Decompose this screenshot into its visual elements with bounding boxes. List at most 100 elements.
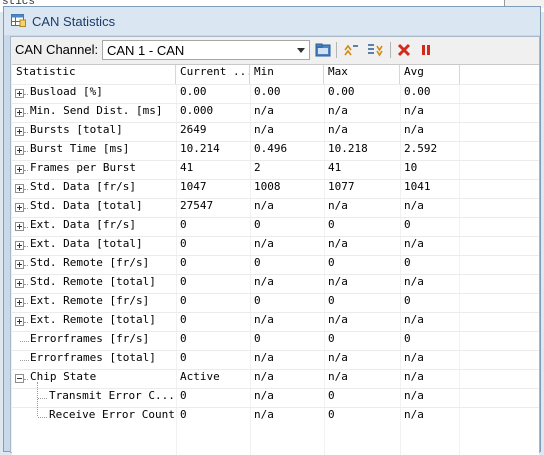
table-row[interactable]: Errorframes [total] 0 n/a n/a n/a: [12, 350, 539, 369]
current-value: 0: [180, 389, 187, 402]
column-header-max[interactable]: Max: [324, 65, 400, 84]
table-row[interactable]: Frames per Burst 41 2 41 10: [12, 160, 539, 179]
avg-value: 0: [404, 294, 411, 307]
table-row[interactable]: Bursts [total] 2649 n/a n/a n/a: [12, 122, 539, 141]
table-chart-icon: [11, 14, 26, 27]
max-value: n/a: [328, 370, 348, 383]
tree-line: [24, 94, 28, 95]
table-row[interactable]: Receive Error Count 0 n/a 0 n/a: [12, 407, 539, 426]
table-row[interactable]: Min. Send Dist. [ms] 0.000 n/a n/a n/a: [12, 103, 539, 122]
expand-icon[interactable]: [15, 203, 24, 212]
table-row[interactable]: Ext. Remote [total] 0 n/a n/a n/a: [12, 312, 539, 331]
statistic-name: Ext. Remote [total]: [30, 313, 156, 326]
expand-icon[interactable]: [15, 89, 24, 98]
sort-ascending-icon[interactable]: [342, 41, 360, 59]
table-row[interactable]: Std. Data [fr/s] 1047 1008 1077 1041: [12, 179, 539, 198]
avg-value: n/a: [404, 123, 424, 136]
statistic-name: Burst Time [ms]: [30, 142, 130, 155]
min-value: n/a: [254, 237, 274, 250]
collapse-icon[interactable]: [15, 374, 24, 383]
tree-line: [24, 303, 28, 304]
expand-icon[interactable]: [15, 165, 24, 174]
column-header-min[interactable]: Min: [250, 65, 324, 84]
reset-icon[interactable]: [395, 41, 413, 59]
avg-value: 0: [404, 332, 411, 345]
tree-line: [24, 265, 28, 266]
sort-descending-icon[interactable]: [366, 41, 384, 59]
table-row[interactable]: Ext. Data [fr/s] 0 0 0 0: [12, 217, 539, 236]
expand-icon[interactable]: [15, 317, 24, 326]
table-row[interactable]: Std. Remote [total] 0 n/a n/a n/a: [12, 274, 539, 293]
can-channel-select[interactable]: CAN 1 - CAN: [102, 40, 310, 60]
tree-line: [38, 398, 47, 399]
can-channel-value: CAN 1 - CAN: [107, 43, 185, 58]
table-row[interactable]: Burst Time [ms] 10.214 0.496 10.218 2.592: [12, 141, 539, 160]
current-value: 2649: [180, 123, 207, 136]
current-value: 0.00: [180, 85, 207, 98]
max-value: n/a: [328, 351, 348, 364]
tree-line: [24, 170, 28, 171]
column-header-avg[interactable]: Avg: [400, 65, 460, 84]
avg-value: 0: [404, 218, 411, 231]
avg-value: 1041: [404, 180, 431, 193]
expand-icon[interactable]: [15, 241, 24, 250]
min-value: 0: [254, 256, 261, 269]
statistic-name: Ext. Remote [fr/s]: [30, 294, 150, 307]
min-value: n/a: [254, 389, 274, 402]
max-value: n/a: [328, 199, 348, 212]
table-row[interactable]: Ext. Data [total] 0 n/a n/a n/a: [12, 236, 539, 255]
open-folder-icon[interactable]: [314, 41, 332, 59]
expand-icon[interactable]: [15, 127, 24, 136]
table-row[interactable]: Std. Data [total] 27547 n/a n/a n/a: [12, 198, 539, 217]
table-row[interactable]: Std. Remote [fr/s] 0 0 0 0: [12, 255, 539, 274]
expand-icon[interactable]: [15, 184, 24, 193]
max-value: 41: [328, 161, 342, 174]
toolbar-separator: [390, 42, 391, 58]
expand-icon[interactable]: [15, 260, 24, 269]
expand-icon[interactable]: [15, 108, 24, 117]
table-row[interactable]: Chip State Active n/a n/a n/a: [12, 369, 539, 388]
tree-line: [24, 151, 28, 152]
expand-icon[interactable]: [15, 279, 24, 288]
avg-value: n/a: [404, 199, 424, 212]
current-value: Active: [180, 370, 220, 383]
statistic-name: Receive Error Count: [49, 408, 175, 421]
table-row[interactable]: Busload [%] 0.00 0.00 0.00 0.00: [12, 84, 539, 103]
table-row[interactable]: Transmit Error C... 0 n/a 0 n/a: [12, 388, 539, 407]
tree-line: [24, 246, 28, 247]
statistics-table: Statistic Current ... Min Max Avg Busloa…: [12, 64, 539, 455]
max-value: 0: [328, 332, 335, 345]
avg-value: n/a: [404, 104, 424, 117]
min-value: n/a: [254, 370, 274, 383]
avg-value: n/a: [404, 389, 424, 402]
table-row[interactable]: Ext. Remote [fr/s] 0 0 0 0: [12, 293, 539, 312]
title-bar[interactable]: CAN Statistics: [4, 7, 540, 35]
max-value: n/a: [328, 123, 348, 136]
pause-icon[interactable]: [417, 41, 435, 59]
avg-value: n/a: [404, 313, 424, 326]
tree-line: [24, 379, 28, 380]
column-header-current[interactable]: Current ...: [176, 65, 250, 84]
expand-icon[interactable]: [15, 298, 24, 307]
max-value: 1077: [328, 180, 355, 193]
current-value: 27547: [180, 199, 214, 212]
avg-value: 0: [404, 256, 411, 269]
chevron-down-icon[interactable]: [297, 48, 305, 53]
max-value: 0: [328, 408, 335, 421]
current-value: 0: [180, 332, 187, 345]
min-value: 0.00: [254, 85, 281, 98]
column-header-statistic[interactable]: Statistic: [12, 65, 176, 84]
expand-icon[interactable]: [15, 146, 24, 155]
tree-line: [37, 382, 38, 416]
min-value: 2: [254, 161, 261, 174]
max-value: 0: [328, 389, 335, 402]
toolbar-separator: [336, 42, 337, 58]
statistics-panel: CAN Channel: CAN 1 - CAN Statistic Curre…: [10, 36, 540, 455]
max-value: n/a: [328, 104, 348, 117]
expand-icon[interactable]: [15, 222, 24, 231]
toolbar: CAN Channel: CAN 1 - CAN: [11, 37, 539, 63]
table-row[interactable]: Errorframes [fr/s] 0 0 0 0: [12, 331, 539, 350]
min-value: n/a: [254, 275, 274, 288]
current-value: 0: [180, 256, 187, 269]
min-value: 0: [254, 218, 261, 231]
